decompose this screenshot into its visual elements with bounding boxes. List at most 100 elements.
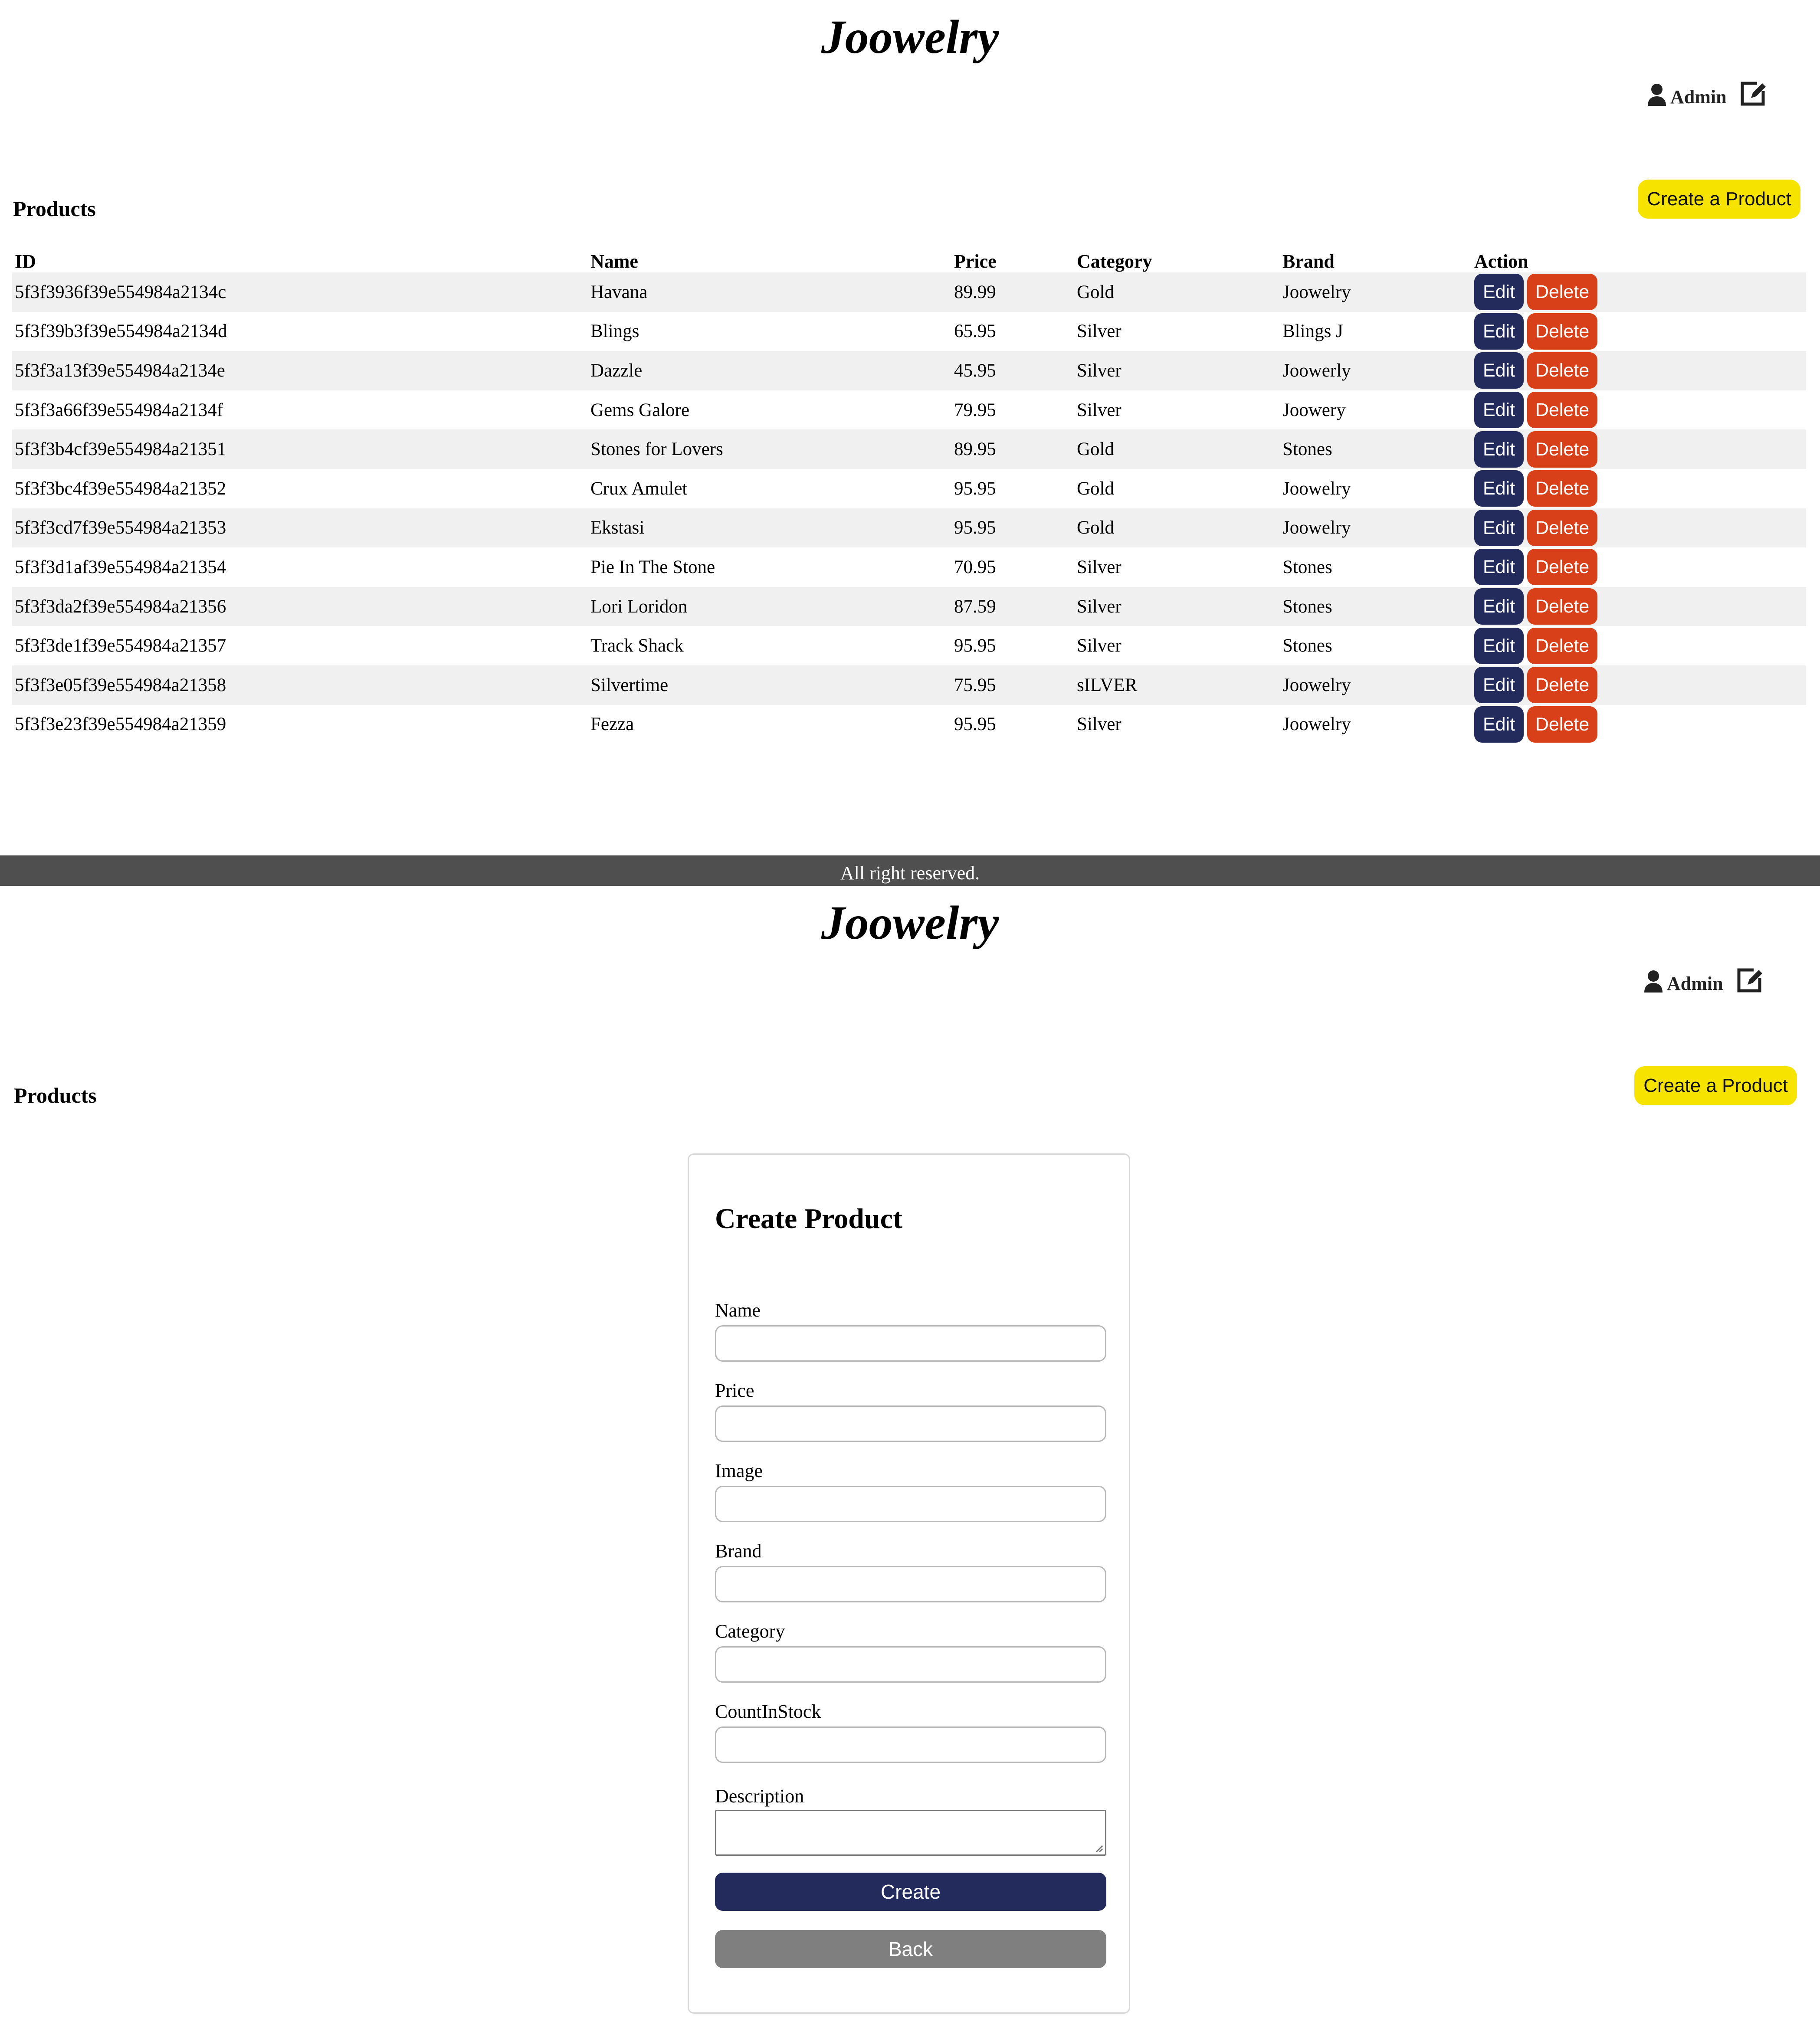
cell-actions: Edit Delete <box>1472 469 1806 508</box>
delete-button[interactable]: Delete <box>1527 352 1597 389</box>
cell-category: Silver <box>1077 360 1122 381</box>
edit-button[interactable]: Edit <box>1474 313 1524 350</box>
table-row: 5f3f3936f39e554984a2134c Havana 89.99 Gold J… <box>12 272 1806 312</box>
cell-brand: Stones <box>1282 596 1332 617</box>
delete-button[interactable]: Delete <box>1527 667 1597 704</box>
footer-text: All right reserved. <box>840 862 980 884</box>
cell-id: 5f3f3b4cf39e554984a21351 <box>15 439 226 460</box>
cell-id: 5f3f3e23f39e554984a21359 <box>15 714 226 735</box>
cell-price: 95.95 <box>954 714 996 735</box>
table-row: 5f3f3bc4f39e554984a21352 Crux Amulet 95.95… <box>12 469 1806 508</box>
cell-id: 5f3f3e05f39e554984a21358 <box>15 675 226 695</box>
cell-price: 89.95 <box>954 439 996 460</box>
cell-brand: Joowelry <box>1282 714 1351 735</box>
cell-name: Lori Loridon <box>590 596 688 617</box>
table-row: 5f3f3da2f39e554984a21356 Lori Loridon 87.5… <box>12 586 1806 626</box>
user-menu[interactable]: Admin <box>1643 967 1765 993</box>
cell-category: sILVER <box>1077 675 1138 695</box>
edit-profile-icon[interactable] <box>1740 81 1768 107</box>
cell-category: Silver <box>1077 557 1122 577</box>
edit-button[interactable]: Edit <box>1474 431 1524 468</box>
cell-name: Stones for Lovers <box>590 439 723 460</box>
delete-button[interactable]: Delete <box>1527 588 1597 625</box>
name-input[interactable] <box>715 1325 1106 1362</box>
cell-actions: Edit Delete <box>1472 587 1806 626</box>
cell-actions: Edit Delete <box>1472 665 1806 705</box>
price-input[interactable] <box>715 1405 1106 1442</box>
cell-id: 5f3f3bc4f39e554984a21352 <box>15 478 226 499</box>
cell-price: 87.59 <box>954 596 996 617</box>
cell-category: Gold <box>1077 282 1114 302</box>
products-table: ID Name Price Category Brand Action 5f3f… <box>12 243 1806 744</box>
cell-brand: Joowerly <box>1282 360 1351 381</box>
column-header-price: Price <box>954 251 997 272</box>
cell-name: Blings <box>590 321 639 342</box>
cell-actions: Edit Delete <box>1472 312 1806 351</box>
table-row: 5f3f3e05f39e554984a21358 Silvertime 75.95 s… <box>12 665 1806 705</box>
cell-name: Silvertime <box>590 675 669 695</box>
delete-button[interactable]: Delete <box>1527 706 1597 743</box>
edit-button[interactable]: Edit <box>1474 274 1524 311</box>
cell-name: Dazzle <box>590 360 643 381</box>
edit-button[interactable]: Edit <box>1474 549 1524 586</box>
edit-button[interactable]: Edit <box>1474 470 1524 507</box>
edit-button[interactable]: Edit <box>1474 352 1524 389</box>
edit-button[interactable]: Edit <box>1474 667 1524 704</box>
edit-button[interactable]: Edit <box>1474 392 1524 429</box>
cell-name: Pie In The Stone <box>590 557 715 577</box>
cell-name: Fezza <box>590 714 634 735</box>
column-header-name: Name <box>590 251 638 272</box>
cell-brand: Stones <box>1282 636 1332 656</box>
column-header-action: Action <box>1474 251 1528 272</box>
cell-id: 5f3f39b3f39e554984a2134d <box>15 321 227 342</box>
cell-price: 45.95 <box>954 360 996 381</box>
create-product-form: Create Product Name Price Image Brand Ca… <box>688 1153 1130 2014</box>
column-header-category: Category <box>1077 251 1152 272</box>
form-title: Create Product <box>715 1203 902 1235</box>
cell-name: Havana <box>590 282 648 302</box>
cell-actions: Edit Delete <box>1472 626 1806 665</box>
delete-button[interactable]: Delete <box>1527 509 1597 546</box>
cell-price: 89.99 <box>954 282 996 302</box>
resize-grip-icon[interactable] <box>1094 1843 1103 1853</box>
cell-price: 95.95 <box>954 518 996 538</box>
delete-button[interactable]: Delete <box>1527 549 1597 586</box>
create-product-button[interactable]: Create a Product <box>1638 180 1800 219</box>
edit-button[interactable]: Edit <box>1474 627 1524 664</box>
edit-button[interactable]: Edit <box>1474 588 1524 625</box>
user-menu[interactable]: Admin <box>1647 81 1768 107</box>
delete-button[interactable]: Delete <box>1527 470 1597 507</box>
cell-brand: Joowelry <box>1282 478 1351 499</box>
delete-button[interactable]: Delete <box>1527 313 1597 350</box>
user-icon <box>1648 84 1666 106</box>
delete-button[interactable]: Delete <box>1527 431 1597 468</box>
countinstock-input[interactable] <box>715 1726 1106 1763</box>
brand-input[interactable] <box>715 1566 1106 1602</box>
delete-button[interactable]: Delete <box>1527 274 1597 311</box>
table-row: 5f3f3a66f39e554984a2134f Gems Galore 79.95… <box>12 390 1806 430</box>
table-row: 5f3f3e23f39e554984a21359 Fezza 95.95 Silver… <box>12 705 1806 744</box>
cell-name: Track Shack <box>590 636 684 656</box>
edit-profile-icon[interactable] <box>1736 967 1765 993</box>
cell-actions: Edit Delete <box>1472 272 1806 312</box>
delete-button[interactable]: Delete <box>1527 392 1597 429</box>
cell-category: Gold <box>1077 439 1114 460</box>
create-product-button[interactable]: Create a Product <box>1634 1066 1797 1105</box>
description-textarea[interactable] <box>715 1810 1106 1856</box>
category-input[interactable] <box>715 1646 1106 1683</box>
back-button[interactable]: Back <box>715 1930 1106 1968</box>
field-label-image: Image <box>715 1460 763 1481</box>
edit-button[interactable]: Edit <box>1474 509 1524 546</box>
cell-actions: Edit Delete <box>1472 705 1806 744</box>
create-submit-button[interactable]: Create <box>715 1873 1106 1911</box>
delete-button[interactable]: Delete <box>1527 627 1597 664</box>
cell-price: 79.95 <box>954 400 996 420</box>
cell-category: Silver <box>1077 596 1122 617</box>
cell-price: 75.95 <box>954 675 996 695</box>
table-row: 5f3f3de1f39e554984a21357 Track Shack 95.95… <box>12 626 1806 665</box>
user-name: Admin <box>1667 973 1723 994</box>
image-input[interactable] <box>715 1486 1106 1522</box>
field-label-category: Category <box>715 1621 785 1642</box>
edit-button[interactable]: Edit <box>1474 706 1524 743</box>
cell-id: 5f3f3d1af39e554984a21354 <box>15 557 226 577</box>
